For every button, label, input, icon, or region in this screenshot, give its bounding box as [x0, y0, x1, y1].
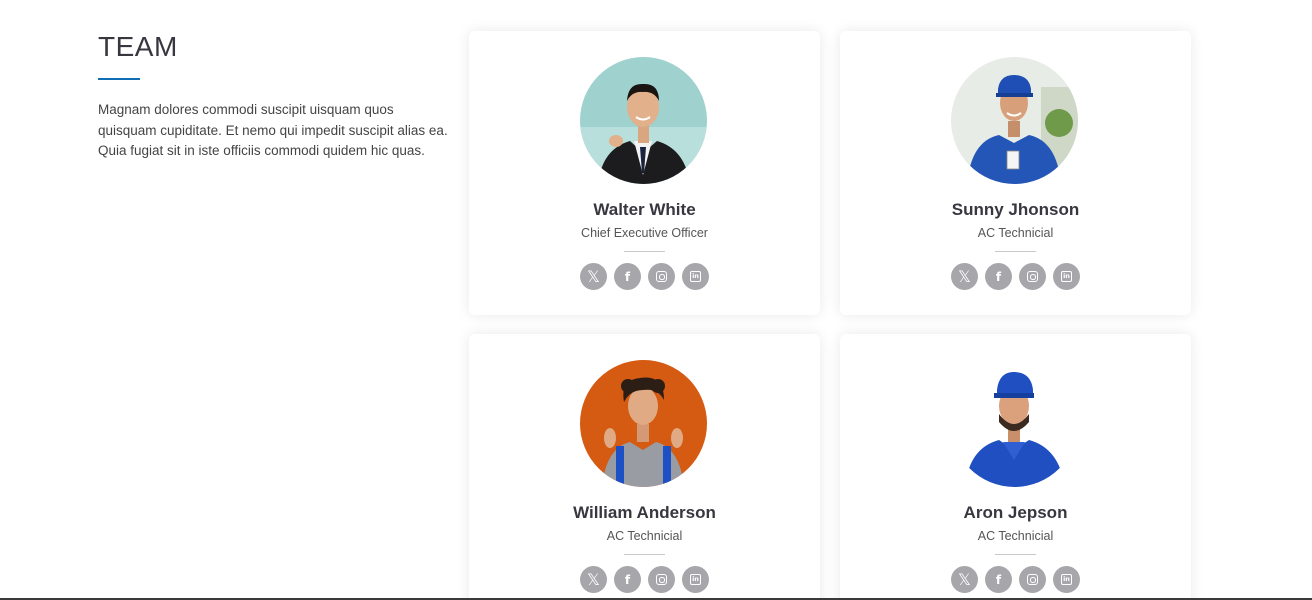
x-icon[interactable]: 𝕏: [951, 263, 978, 290]
linkedin-icon[interactable]: in: [1053, 566, 1080, 593]
member-name: Walter White: [593, 200, 696, 219]
member-name: Sunny Jhonson: [951, 200, 1080, 219]
x-icon[interactable]: 𝕏: [951, 566, 978, 593]
title-underline: [98, 78, 140, 80]
member-role: AC Technicial: [977, 226, 1054, 240]
social-links: 𝕏 f in: [840, 566, 1191, 593]
team-member-card: Aron Jepson AC Technicial 𝕏 f in: [840, 334, 1191, 600]
member-role: AC Technicial: [606, 529, 683, 543]
social-links: 𝕏 f in: [469, 566, 820, 593]
avatar: [580, 360, 707, 487]
divider: [624, 554, 665, 555]
team-member-card: William Anderson AC Technicial 𝕏 f in: [469, 334, 820, 600]
social-links: 𝕏 f in: [840, 263, 1191, 290]
divider: [995, 554, 1036, 555]
section-description: Magnam dolores commodi suscipit uisquam …: [98, 102, 448, 158]
x-icon[interactable]: 𝕏: [580, 566, 607, 593]
linkedin-icon[interactable]: in: [682, 566, 709, 593]
member-name: Aron Jepson: [963, 503, 1068, 522]
member-name: William Anderson: [573, 503, 716, 522]
team-member-card: Sunny Jhonson AC Technicial 𝕏 f in: [840, 31, 1191, 315]
instagram-icon[interactable]: [1019, 263, 1046, 290]
linkedin-icon[interactable]: in: [682, 263, 709, 290]
instagram-icon[interactable]: [1019, 566, 1046, 593]
linkedin-icon[interactable]: in: [1053, 263, 1080, 290]
instagram-icon[interactable]: [648, 263, 675, 290]
social-links: 𝕏 f in: [469, 263, 820, 290]
member-role: AC Technicial: [977, 529, 1054, 543]
team-intro: TEAM Magnam dolores commodi suscipit uis…: [98, 30, 453, 162]
divider: [624, 251, 665, 252]
avatar: [951, 360, 1078, 487]
avatar: [580, 57, 707, 184]
instagram-icon[interactable]: [648, 566, 675, 593]
facebook-icon[interactable]: f: [614, 566, 641, 593]
x-icon[interactable]: 𝕏: [580, 263, 607, 290]
section-title: TEAM: [98, 31, 178, 62]
divider: [995, 251, 1036, 252]
avatar: [951, 57, 1078, 184]
member-role: Chief Executive Officer: [581, 226, 708, 240]
team-member-card: Walter White Chief Executive Officer 𝕏 f…: [469, 31, 820, 315]
facebook-icon[interactable]: f: [614, 263, 641, 290]
facebook-icon[interactable]: f: [985, 566, 1012, 593]
facebook-icon[interactable]: f: [985, 263, 1012, 290]
